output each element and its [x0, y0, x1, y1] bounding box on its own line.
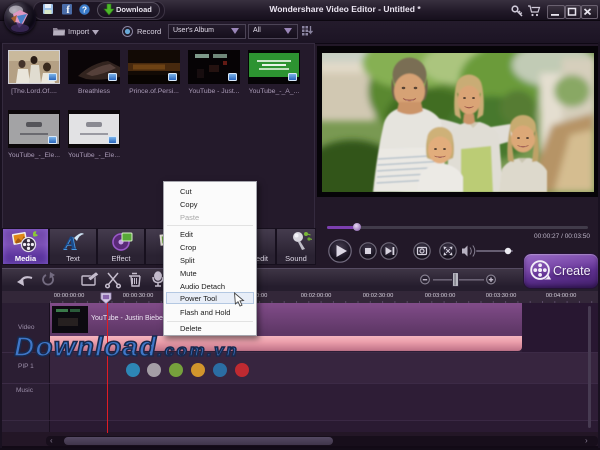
svg-text:?: ?	[82, 5, 87, 15]
svg-text:A: A	[63, 233, 77, 253]
